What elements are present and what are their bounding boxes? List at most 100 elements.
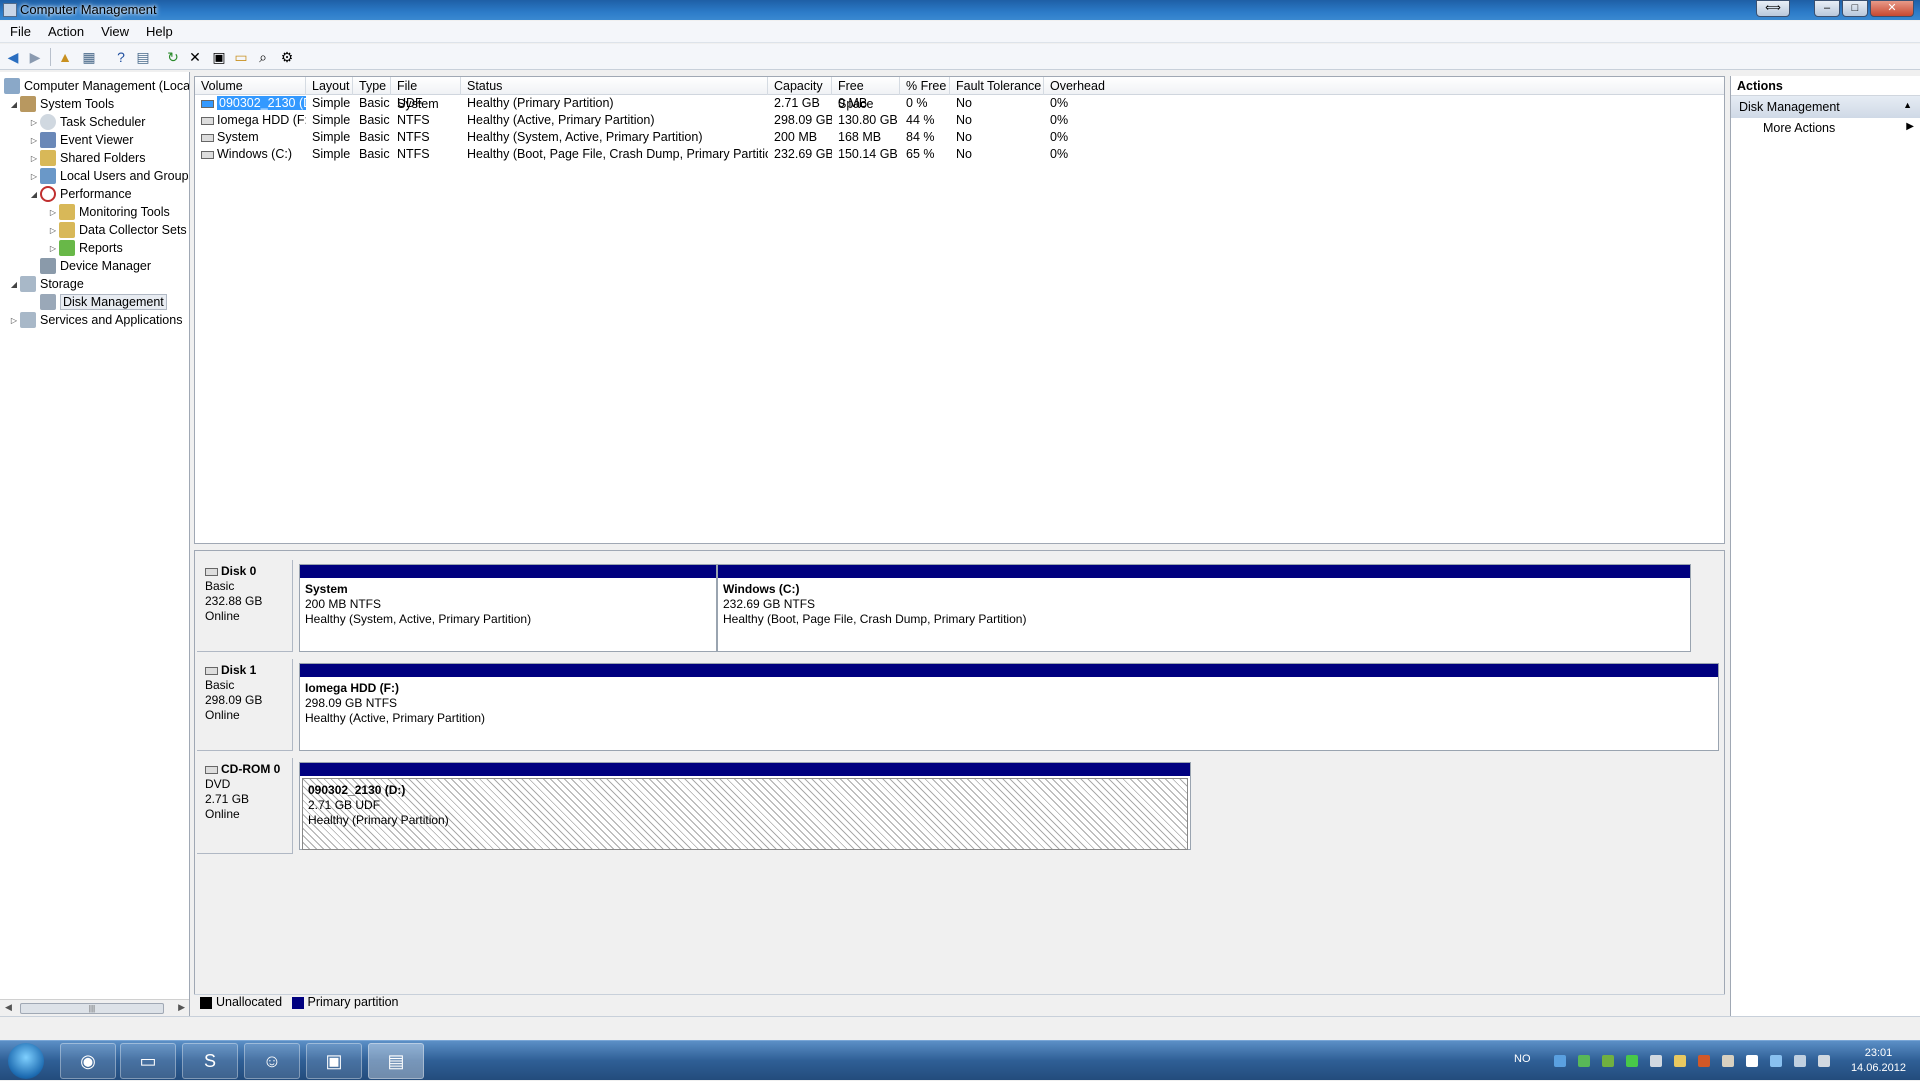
actions-section-disk-management[interactable]: Disk Management ▲ <box>1731 96 1920 118</box>
show-hide-action-pane-icon[interactable]: ▤ <box>134 48 152 66</box>
scroll-right-icon[interactable]: ▶ <box>178 1002 185 1013</box>
flag-icon[interactable] <box>1746 1055 1758 1067</box>
office-icon[interactable] <box>1698 1055 1710 1067</box>
scroll-thumb[interactable]: ||| <box>20 1003 164 1014</box>
close-button[interactable]: ✕ <box>1870 0 1914 17</box>
computer-management-taskbar-icon[interactable]: ▤ <box>368 1043 424 1079</box>
skype-taskbar-icon[interactable]: S <box>182 1043 238 1079</box>
tree-item-device-manager[interactable]: Device Manager <box>40 257 151 275</box>
firefox-taskbar-icon[interactable]: ◉ <box>60 1043 116 1079</box>
hard-disk-icon <box>205 567 218 576</box>
tree-item-services-and-applications[interactable]: ▷ Services and Applications <box>8 311 182 329</box>
cell: Basic <box>359 147 390 161</box>
tree-item-storage[interactable]: ◢ Storage <box>8 275 84 293</box>
back-icon[interactable]: ◀ <box>4 48 22 66</box>
menu-view[interactable]: View <box>91 21 136 39</box>
help-icon[interactable]: ? <box>112 48 130 66</box>
disk-0-label[interactable]: Disk 0 Basic 232.88 GB Online <box>197 560 293 652</box>
console-tree: Computer Management (Local ◢ System Tools… <box>0 72 190 1016</box>
col-percent-free[interactable]: % Free <box>900 77 950 95</box>
partition-windows-c[interactable]: Windows (C:) 232.69 GB NTFS Healthy (Boot,… <box>717 564 1691 652</box>
tray-icon-1[interactable] <box>1554 1055 1566 1067</box>
table-row[interactable]: Iomega HDD (F:) Simple Basic NTFS Health… <box>195 112 1724 129</box>
tree-item-monitoring-tools[interactable]: ▷ Monitoring Tools <box>47 203 170 221</box>
delete-icon[interactable]: ✕ <box>186 48 204 66</box>
volume-name: Iomega HDD (F:) <box>217 113 306 127</box>
table-row[interactable]: Windows (C:) Simple Basic NTFS Healthy (… <box>195 146 1724 163</box>
cdrom-0-label[interactable]: CD-ROM 0 DVD 2.71 GB Online <box>197 758 293 854</box>
tray-icon-6[interactable] <box>1674 1055 1686 1067</box>
col-layout[interactable]: Layout <box>306 77 353 95</box>
col-type[interactable]: Type <box>353 77 391 95</box>
cell: 0% <box>1050 147 1069 161</box>
cell: No <box>956 96 972 110</box>
col-free-space[interactable]: Free Space <box>832 77 900 111</box>
settings-icon[interactable]: ⚙ <box>278 48 296 66</box>
network-icon[interactable] <box>1650 1055 1662 1067</box>
tree-item-local-users-and-groups[interactable]: ▷ Local Users and Groups <box>28 167 189 185</box>
forward-icon[interactable]: ▶ <box>26 48 44 66</box>
menu-help[interactable]: Help <box>136 21 180 39</box>
nvidia-icon[interactable] <box>1602 1055 1614 1067</box>
cell: 0% <box>1050 130 1069 144</box>
maximize-button[interactable]: □ <box>1842 0 1868 17</box>
tray-icon-2[interactable] <box>1578 1055 1590 1067</box>
col-file-system[interactable]: File System <box>391 77 461 111</box>
show-hide-tree-icon[interactable]: ▦ <box>80 48 98 66</box>
disk-0-partitions: System 200 MB NTFS Healthy (System, Active… <box>299 564 1691 652</box>
tree-item-event-viewer[interactable]: ▷ Event Viewer <box>28 131 133 149</box>
users-taskbar-icon[interactable]: ☺ <box>244 1043 300 1079</box>
collapse-icon[interactable]: ▲ <box>1903 100 1912 110</box>
security-icon[interactable] <box>1626 1055 1638 1067</box>
partition-iomega-f[interactable]: Iomega HDD (F:) 298.09 GB NTFS Healthy (Ac… <box>299 663 1719 751</box>
disk-name: Disk 1 <box>221 663 257 677</box>
performance-icon <box>40 186 56 202</box>
col-capacity[interactable]: Capacity <box>768 77 832 95</box>
folder-icon <box>59 222 75 238</box>
disk-size: 298.09 GB <box>205 693 263 707</box>
tree-item-performance[interactable]: ◢ Performance <box>28 185 132 203</box>
tree-item-shared-folders[interactable]: ▷ Shared Folders <box>28 149 145 167</box>
partition-dvd-d[interactable]: 090302_2130 (D:) 2.71 GB UDF Healthy (Prim… <box>299 762 1191 850</box>
up-folder-icon[interactable]: ▲ <box>56 48 74 66</box>
start-button[interactable] <box>8 1043 44 1079</box>
tray-icon-10[interactable] <box>1770 1055 1782 1067</box>
network-status-icon[interactable] <box>1794 1055 1806 1067</box>
tree-item-data-collector-sets[interactable]: ▷ Data Collector Sets <box>47 221 187 239</box>
disk-state: Online <box>205 708 240 722</box>
partition-system[interactable]: System 200 MB NTFS Healthy (System, Active… <box>299 564 717 652</box>
search-icon[interactable]: ⌕ <box>254 48 272 66</box>
tree-item-task-scheduler[interactable]: ▷ Task Scheduler <box>28 113 145 131</box>
computer-taskbar-icon[interactable]: ▣ <box>306 1043 362 1079</box>
disk-size: 232.88 GB <box>205 594 263 608</box>
tree-item-reports[interactable]: ▷ Reports <box>47 239 123 257</box>
minimize-button[interactable]: – <box>1814 0 1840 17</box>
col-fault-tolerance[interactable]: Fault Tolerance <box>950 77 1044 95</box>
language-indicator[interactable]: NO <box>1514 1053 1531 1065</box>
tree-item-system-tools[interactable]: ◢ System Tools <box>8 95 114 113</box>
scroll-left-icon[interactable]: ◀ <box>5 1002 12 1013</box>
clock[interactable]: 23:01 14.06.2012 <box>1851 1046 1906 1076</box>
cell: UDF <box>397 96 423 110</box>
menu-action[interactable]: Action <box>38 21 91 39</box>
tray-icon-8[interactable] <box>1722 1055 1734 1067</box>
tree-horizontal-scrollbar[interactable]: ◀ ||| ▶ <box>0 999 189 1016</box>
open-icon[interactable]: ▭ <box>232 48 250 66</box>
col-status[interactable]: Status <box>461 77 768 95</box>
explorer-taskbar-icon[interactable]: ▭ <box>120 1043 176 1079</box>
partition-name: 090302_2130 (D:) <box>308 783 406 797</box>
col-volume[interactable]: Volume <box>195 77 306 95</box>
extra-window-button[interactable]: ⟺ <box>1756 0 1790 17</box>
more-actions[interactable]: More Actions ▶ <box>1731 118 1920 138</box>
disk-1-label[interactable]: Disk 1 Basic 298.09 GB Online <box>197 659 293 751</box>
cd-drive-icon <box>201 99 214 108</box>
tree-item-computer-management[interactable]: Computer Management (Local <box>4 77 189 95</box>
refresh-icon[interactable]: ↻ <box>164 48 182 66</box>
volume-icon[interactable] <box>1818 1055 1830 1067</box>
menu-file[interactable]: File <box>0 21 38 39</box>
tree-item-disk-management[interactable]: Disk Management <box>40 293 167 311</box>
col-overhead[interactable]: Overhead <box>1044 77 1726 95</box>
properties-icon[interactable]: ▣ <box>210 48 228 66</box>
table-row[interactable]: 090302_2130 (D:) Simple Basic UDF Health… <box>195 95 1724 112</box>
table-row[interactable]: System Simple Basic NTFS Healthy (System… <box>195 129 1724 146</box>
